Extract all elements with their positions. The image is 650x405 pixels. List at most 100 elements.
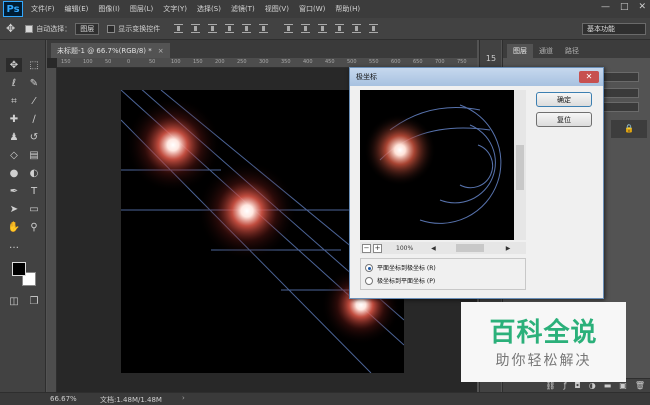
more-tools-icon[interactable]: … <box>6 238 22 252</box>
document-tab-bar: 未标题-1 @ 66.7%(RGB/8) * × <box>47 40 477 58</box>
crop-tool-icon[interactable]: ⌗ <box>6 94 22 108</box>
move-tool-icon[interactable]: ✥ <box>6 22 15 35</box>
radio-polar-to-rect[interactable] <box>365 276 373 285</box>
scroll-right-arrow[interactable]: ▶ <box>506 245 511 252</box>
close-window-button[interactable]: ✕ <box>638 2 646 12</box>
clone-stamp-tool-icon[interactable]: ♟ <box>6 130 22 144</box>
ruler-tick-label: 450 <box>325 59 335 65</box>
close-tab-icon[interactable]: × <box>158 47 164 55</box>
hand-tool-icon[interactable]: ✋ <box>6 220 22 234</box>
polar-coordinates-dialog: 极坐标 ✕ − + 100% ◀ ▶ 确定 复位 平面坐标到极坐标 (R) 极坐… <box>349 67 604 299</box>
zoom-level[interactable]: 66.67% <box>50 395 77 403</box>
new-group-icon[interactable]: ▬ <box>604 381 612 390</box>
reset-button[interactable]: 复位 <box>536 112 592 127</box>
menu-view[interactable]: 视图(V) <box>265 4 289 14</box>
menu-select[interactable]: 选择(S) <box>197 4 221 14</box>
align-center-icon[interactable] <box>242 24 252 33</box>
radio-rect-to-polar[interactable] <box>365 263 373 272</box>
distribute-middle-icon[interactable] <box>301 24 311 33</box>
workspace-dropdown[interactable]: 基本功能 <box>582 23 646 35</box>
ruler-tick-label: 150 <box>61 59 71 65</box>
type-tool-icon[interactable]: T <box>26 184 42 198</box>
document-tab[interactable]: 未标题-1 @ 66.7%(RGB/8) * × <box>51 43 170 58</box>
align-right-icon[interactable] <box>259 24 269 33</box>
tab-layers[interactable]: 图层 <box>507 44 533 58</box>
ruler-tick-label: 250 <box>237 59 247 65</box>
preview-hscroll-thumb[interactable] <box>455 244 484 252</box>
eyedropper-tool-icon[interactable]: ⁄ <box>26 94 42 108</box>
distribute-top-icon[interactable] <box>284 24 294 33</box>
status-menu-arrow[interactable]: › <box>182 394 185 402</box>
menu-edit[interactable]: 编辑(E) <box>65 4 89 14</box>
dodge-tool-icon[interactable]: ◐ <box>26 166 42 180</box>
show-transform-checkbox[interactable] <box>107 24 116 33</box>
ok-button[interactable]: 确定 <box>536 92 592 107</box>
filter-preview[interactable] <box>360 90 526 240</box>
rectangle-tool-icon[interactable]: ▭ <box>26 202 42 216</box>
align-top-icon[interactable] <box>174 24 184 33</box>
adjustment-layer-icon[interactable]: ◑ <box>589 381 596 390</box>
zoom-tool-icon[interactable]: ⚲ <box>26 220 42 234</box>
menu-help[interactable]: 帮助(H) <box>335 4 360 14</box>
pen-tool-icon[interactable]: ✒ <box>6 184 22 198</box>
auto-select-checkbox[interactable] <box>25 24 34 33</box>
history-panel-icon[interactable]: 15 <box>484 54 498 68</box>
add-mask-icon[interactable]: ◘ <box>574 381 580 390</box>
option-rect-to-polar[interactable]: 平面坐标到极坐标 (R) <box>365 263 436 272</box>
new-layer-icon[interactable]: ▣ <box>619 381 627 390</box>
align-middle-icon[interactable] <box>191 24 201 33</box>
fill-field[interactable] <box>603 102 639 112</box>
ruler-tick-label: 50 <box>105 59 112 65</box>
maximize-button[interactable]: □ <box>620 2 629 12</box>
path-select-tool-icon[interactable]: ➤ <box>6 202 22 216</box>
menu-layer[interactable]: 图层(L) <box>130 4 153 14</box>
distribute-center-icon[interactable] <box>352 24 362 33</box>
brush-tool-icon[interactable]: ∕ <box>26 112 42 126</box>
blend-mode-dropdown[interactable] <box>603 72 639 82</box>
menu-image[interactable]: 图像(I) <box>98 4 120 14</box>
tab-channels[interactable]: 通道 <box>533 44 559 58</box>
quick-mask-icon[interactable]: ◫ <box>6 294 22 308</box>
fx-icon[interactable]: ƒ <box>564 381 567 390</box>
preview-zoom-bar: − + 100% ◀ ▶ <box>360 242 526 254</box>
scroll-left-arrow[interactable]: ◀ <box>431 245 436 252</box>
dialog-title-bar[interactable]: 极坐标 ✕ <box>350 68 603 86</box>
distribute-right-icon[interactable] <box>369 24 379 33</box>
preview-vertical-scrollbar[interactable] <box>514 90 526 240</box>
gradient-tool-icon[interactable]: ▤ <box>26 148 42 162</box>
link-layers-icon[interactable]: ⛓ <box>545 381 555 390</box>
healing-brush-tool-icon[interactable]: ✚ <box>6 112 22 126</box>
option-rect-to-polar-label: 平面坐标到极坐标 (R) <box>377 265 436 272</box>
menu-window[interactable]: 窗口(W) <box>299 4 325 14</box>
foreground-color-swatch[interactable] <box>12 262 26 276</box>
history-brush-tool-icon[interactable]: ↺ <box>26 130 42 144</box>
move-tool-icon[interactable]: ✥ <box>6 58 22 72</box>
blur-tool-icon[interactable]: ● <box>6 166 22 180</box>
screen-mode-icon[interactable]: ❐ <box>26 294 42 308</box>
menu-filter[interactable]: 滤镜(T) <box>231 4 255 14</box>
opacity-field[interactable] <box>603 88 639 98</box>
menu-file[interactable]: 文件(F) <box>31 4 55 14</box>
delete-layer-icon[interactable]: 🗑 <box>635 381 645 390</box>
marquee-tool-icon[interactable]: ⬚ <box>26 58 42 72</box>
tab-paths[interactable]: 路径 <box>559 44 585 58</box>
align-bottom-icon[interactable] <box>208 24 218 33</box>
zoom-in-button[interactable]: + <box>373 243 382 253</box>
ruler-tick-label: 350 <box>281 59 291 65</box>
align-left-icon[interactable] <box>225 24 235 33</box>
auto-select-dropdown[interactable]: 图层 <box>75 22 100 35</box>
panel-tabs: 图层 通道 路径 <box>503 40 650 58</box>
dialog-close-button[interactable]: ✕ <box>579 71 599 83</box>
option-polar-to-rect[interactable]: 极坐标到平面坐标 (P) <box>365 276 435 285</box>
ruler-tick-label: 50 <box>149 59 156 65</box>
minimize-button[interactable]: — <box>601 2 610 12</box>
zoom-out-button[interactable]: − <box>362 243 371 253</box>
distribute-bottom-icon[interactable] <box>318 24 328 33</box>
distribute-left-icon[interactable] <box>335 24 345 33</box>
preview-scroll-thumb[interactable] <box>516 145 524 190</box>
menu-type[interactable]: 文字(Y) <box>163 4 187 14</box>
eraser-tool-icon[interactable]: ◇ <box>6 148 22 162</box>
quick-select-tool-icon[interactable]: ✎ <box>26 76 42 90</box>
lasso-tool-icon[interactable]: ℓ <box>6 76 22 90</box>
watermark-logo: 百科全说 助你轻松解决 <box>461 302 626 382</box>
